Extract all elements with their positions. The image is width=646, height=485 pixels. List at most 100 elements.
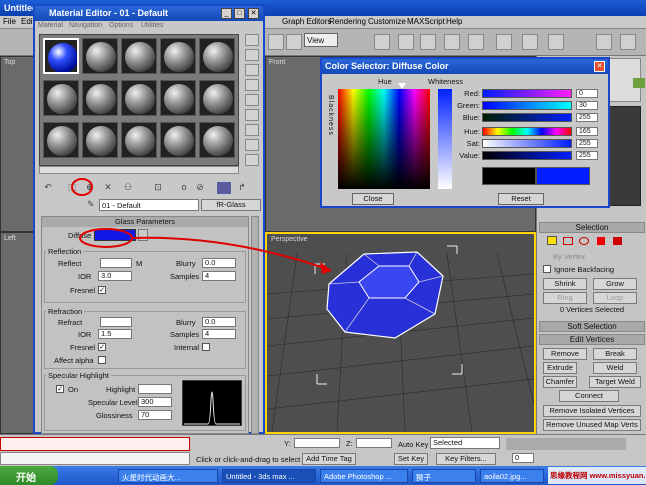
diffuse-color-swatch[interactable]: [94, 229, 136, 241]
menu-material[interactable]: Material: [38, 22, 63, 29]
task-button-5[interactable]: aoila02.jpg...: [480, 469, 544, 483]
edge-mode-icon[interactable]: [563, 237, 573, 245]
background-icon[interactable]: [245, 64, 259, 76]
video-check-icon[interactable]: [245, 94, 259, 106]
curve-editor-icon[interactable]: [496, 34, 512, 50]
playback-controls[interactable]: [506, 438, 626, 450]
viewport-perspective[interactable]: Perspective: [265, 232, 536, 434]
soft-selection-rollout-header[interactable]: Soft Selection: [539, 321, 645, 332]
reflect-blurry-spinner[interactable]: 0.0: [202, 258, 236, 268]
remove-unused-button[interactable]: Remove Unused Map Verts: [543, 419, 641, 431]
red-field[interactable]: 0: [576, 89, 598, 98]
material-editor-icon[interactable]: [522, 34, 538, 50]
move-icon[interactable]: [286, 34, 302, 50]
material-navigator-icon[interactable]: [245, 154, 259, 166]
internal-checkbox[interactable]: [202, 343, 210, 351]
mirror-icon[interactable]: [444, 34, 460, 50]
add-time-tag-button[interactable]: Add Time Tag: [302, 453, 356, 465]
sample-slot[interactable]: [199, 38, 235, 74]
task-button-2[interactable]: Untitled - 3ds max ...: [222, 469, 316, 483]
chamfer-button[interactable]: Chamfer: [543, 376, 577, 388]
affect-alpha-checkbox[interactable]: [98, 356, 106, 364]
reflect-color-swatch[interactable]: [100, 258, 132, 268]
align-icon[interactable]: [468, 34, 484, 50]
show-map-icon[interactable]: ⊘: [193, 182, 207, 194]
pivot-icon[interactable]: [374, 34, 390, 50]
menu-options[interactable]: Options: [109, 22, 133, 29]
sample-slot[interactable]: [121, 80, 157, 116]
task-button-3[interactable]: Adobe Photoshop ...: [320, 469, 408, 483]
menu-graph-editors[interactable]: Graph Editors: [282, 17, 331, 26]
reset-button[interactable]: Reset: [498, 193, 544, 205]
polygon-mode-icon[interactable]: [597, 237, 605, 245]
blue-field[interactable]: 255: [576, 113, 598, 122]
slots-scrollbar[interactable]: [39, 166, 239, 174]
frame-field[interactable]: 0: [512, 453, 534, 463]
break-button[interactable]: Break: [593, 348, 637, 360]
sample-slot[interactable]: [82, 80, 118, 116]
y-coord-field[interactable]: [294, 438, 340, 448]
maxscript-listener[interactable]: [0, 437, 190, 451]
z-coord-field[interactable]: [356, 438, 392, 448]
specular-level-spinner[interactable]: 300: [138, 397, 172, 407]
remove-isolated-button[interactable]: Remove Isolated Vertices: [543, 405, 641, 417]
make-preview-icon[interactable]: [245, 109, 259, 121]
sample-slot[interactable]: [43, 122, 79, 158]
reflect-map-label[interactable]: M: [136, 259, 142, 268]
render-last-icon[interactable]: [620, 34, 636, 50]
sat-field[interactable]: 255: [576, 139, 598, 148]
maxscript-mini-listener[interactable]: [0, 452, 190, 465]
backlight-icon[interactable]: [245, 49, 259, 61]
auto-key-label[interactable]: Auto Key: [398, 440, 428, 449]
color-selector-title-bar[interactable]: Color Selector: Diffuse Color: [322, 59, 608, 74]
close-icon[interactable]: ✕: [248, 8, 259, 19]
menu-rendering[interactable]: Rendering: [329, 17, 366, 26]
make-unique-icon[interactable]: ⚇: [121, 182, 135, 194]
pick-material-icon[interactable]: ✎: [87, 199, 95, 209]
sample-slot[interactable]: [82, 122, 118, 158]
sample-slot[interactable]: [43, 38, 79, 74]
remove-button[interactable]: Remove: [543, 348, 587, 360]
sample-slot[interactable]: [43, 80, 79, 116]
shrink-button[interactable]: Shrink: [543, 278, 587, 290]
menu-file[interactable]: File: [3, 17, 16, 26]
quick-render-icon[interactable]: [596, 34, 612, 50]
value-slider[interactable]: [482, 151, 572, 160]
sample-slot[interactable]: [160, 80, 196, 116]
element-mode-icon[interactable]: [613, 237, 622, 245]
grow-button[interactable]: Grow: [593, 278, 637, 290]
task-button-1[interactable]: 火星时代动画大...: [118, 469, 218, 483]
refract-color-swatch[interactable]: [100, 317, 132, 327]
refract-samples-spinner[interactable]: 4: [202, 329, 236, 339]
menu-navigation[interactable]: Navigation: [69, 22, 102, 29]
sample-slot[interactable]: [160, 38, 196, 74]
green-slider[interactable]: [482, 101, 572, 110]
hue-marker-icon[interactable]: [398, 83, 406, 89]
border-mode-icon[interactable]: [579, 237, 589, 245]
selection-rollout-header[interactable]: Selection: [539, 222, 645, 233]
get-material-icon[interactable]: ↶: [41, 182, 55, 194]
refract-blurry-spinner[interactable]: 0.0: [202, 317, 236, 327]
weld-button[interactable]: Weld: [593, 362, 637, 374]
key-filters-button[interactable]: Key Filters...: [436, 453, 496, 465]
options-icon[interactable]: [245, 124, 259, 136]
assign-material-icon[interactable]: ⊕: [83, 182, 97, 194]
task-button-4[interactable]: 狮子: [412, 469, 476, 483]
maximize-icon[interactable]: □: [234, 8, 245, 19]
vertex-mode-icon[interactable]: [547, 236, 557, 245]
sample-type-icon[interactable]: [245, 34, 259, 46]
minimize-icon[interactable]: _: [221, 8, 232, 19]
go-to-parent-icon[interactable]: ↱: [235, 182, 249, 194]
material-effects-icon[interactable]: o: [177, 182, 191, 194]
ring-button[interactable]: Ring: [543, 292, 587, 304]
glass-parameters-header[interactable]: Glass Parameters: [42, 217, 248, 227]
extrude-button[interactable]: Extrude: [543, 362, 577, 374]
blue-slider[interactable]: [482, 113, 572, 122]
loop-button[interactable]: Loop: [593, 292, 637, 304]
menu-help[interactable]: Help: [446, 17, 462, 26]
set-key-button[interactable]: Set Key: [394, 453, 428, 465]
sample-slot[interactable]: [199, 122, 235, 158]
connect-button[interactable]: Connect: [559, 390, 619, 402]
red-slider[interactable]: [482, 89, 572, 98]
sat-slider[interactable]: [482, 139, 572, 148]
